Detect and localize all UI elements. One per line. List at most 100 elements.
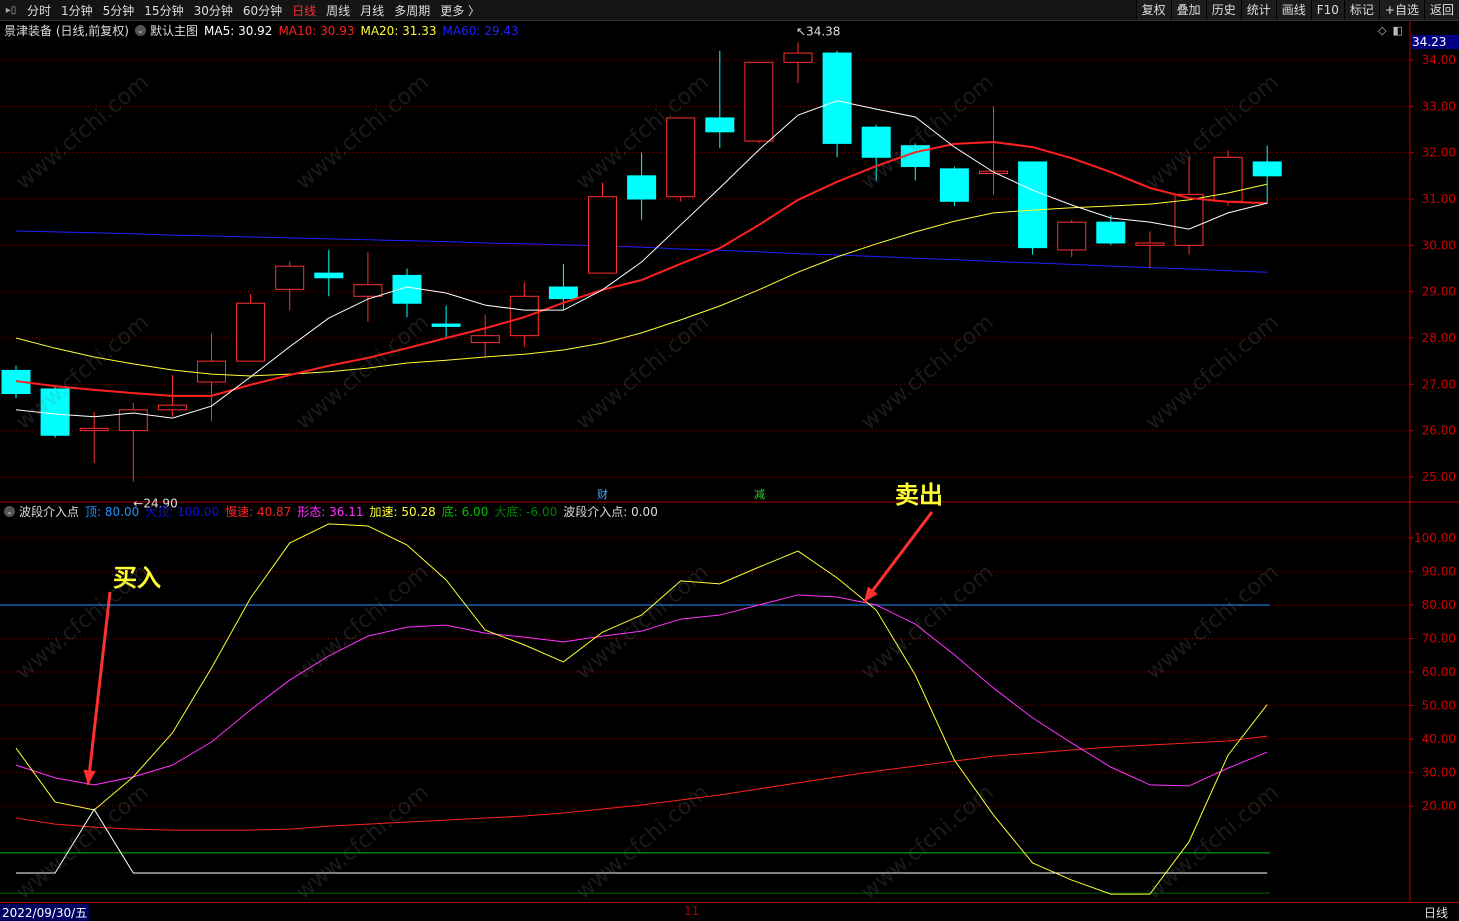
price-tick-label: 34.00 xyxy=(1422,53,1456,67)
candle-body xyxy=(197,360,226,383)
price-tick-label: 26.00 xyxy=(1422,424,1456,438)
indicator-tick-label: 90.00 xyxy=(1422,565,1456,579)
price-tick-label: 30.00 xyxy=(1422,238,1456,252)
indicator-tick-label: 50.00 xyxy=(1422,699,1456,713)
ma60-value: MA60: 29.43 xyxy=(442,23,519,38)
candle xyxy=(939,166,969,206)
event-mark-finance: 财 xyxy=(597,487,608,501)
candle-body xyxy=(79,427,109,432)
diamond-icon[interactable]: ◇ xyxy=(1378,24,1386,37)
indicator-tick-label: 100.00 xyxy=(1414,531,1456,545)
candle-body xyxy=(353,284,383,297)
candle xyxy=(1213,150,1243,206)
shape-line xyxy=(15,594,1268,787)
candle xyxy=(1096,215,1126,246)
candle xyxy=(1252,145,1282,204)
candle-body xyxy=(548,286,578,300)
chevron-down-icon[interactable]: ⌄ xyxy=(135,25,146,36)
candle xyxy=(1135,231,1165,269)
candle xyxy=(197,333,226,422)
panel-toggle-icon[interactable]: ◧ xyxy=(1392,24,1402,37)
template-name[interactable]: 默认主图 xyxy=(150,22,198,39)
candle-body xyxy=(666,117,696,198)
price-tick-label: 25.00 xyxy=(1422,470,1456,484)
candle xyxy=(470,314,500,357)
buy-annotation: 买入 xyxy=(113,564,161,592)
candle-body xyxy=(1057,221,1087,251)
chart-canvas[interactable]: 34.00 33.00 32.00 31.00 30.00 29.00 28.00 27.00… xyxy=(0,0,1459,920)
ma10-value: MA10: 30.93 xyxy=(278,23,355,38)
indicator-tick-label: 30.00 xyxy=(1422,766,1456,780)
candle-body xyxy=(470,335,500,344)
ma5-value: MA5: 30.92 xyxy=(204,23,273,38)
price-tick-label: 32.00 xyxy=(1422,146,1456,160)
candle xyxy=(705,50,735,149)
candle xyxy=(588,182,617,274)
candle-body xyxy=(392,274,422,304)
candle-body xyxy=(588,196,617,274)
indicator-tick-label: 20.00 xyxy=(1422,799,1456,813)
indicator-tick-label: 70.00 xyxy=(1422,632,1456,646)
candle-body xyxy=(744,61,774,142)
main-legend: 景津装备 (日线,前复权) ⌄ 默认主图 MA5: 30.92 MA10: 30… xyxy=(4,22,519,39)
month-tick: 11 xyxy=(684,904,700,918)
cursor-date: 2022/09/30/五 xyxy=(0,904,90,921)
candle xyxy=(40,386,70,438)
big-bottom-value: 大底: -6.00 xyxy=(494,505,558,519)
candle xyxy=(353,252,383,322)
time-axis: 2022/09/30/五 11 日线 xyxy=(0,902,1459,921)
candle xyxy=(979,106,1008,195)
price-tick-label: 27.00 xyxy=(1422,377,1456,391)
candle-body xyxy=(861,126,891,158)
candle-body xyxy=(1096,221,1126,244)
candle-body xyxy=(705,117,735,133)
ma20-value: MA20: 31.33 xyxy=(360,23,437,38)
buy-arrow-icon xyxy=(83,591,112,786)
stock-name: 景津装备 (日线,前复权) xyxy=(4,24,129,38)
chart-controls: ◇ ◧ xyxy=(1378,24,1403,37)
candle xyxy=(392,268,422,318)
candle-body xyxy=(1174,193,1204,246)
price-tick-label: 31.00 xyxy=(1422,192,1456,206)
candle xyxy=(431,305,461,338)
indicator-tick-label: 40.00 xyxy=(1422,732,1456,746)
price-tick-label: 28.00 xyxy=(1422,331,1456,345)
candle-body xyxy=(627,175,657,200)
chevron-down-icon[interactable]: ⌄ xyxy=(4,506,15,517)
candle-body xyxy=(40,388,70,436)
candle xyxy=(861,124,891,181)
high-price-label: ↖34.38 xyxy=(796,24,840,38)
big-top-value: 大顶: 100.00 xyxy=(145,505,220,519)
indicator-name[interactable]: 波段介入点 xyxy=(19,503,79,520)
arrow-shaft xyxy=(862,511,934,603)
candle-body xyxy=(157,404,187,411)
candle xyxy=(900,143,930,181)
candle xyxy=(627,152,657,220)
candle xyxy=(509,282,539,348)
sell-annotation: 卖出 xyxy=(895,481,943,509)
current-price-label: 34.23 xyxy=(1411,35,1459,49)
candle xyxy=(744,61,774,144)
entry-value: 波段介入点: 0.00 xyxy=(563,505,658,519)
indicator-tick-label: 80.00 xyxy=(1422,598,1456,612)
event-mark-reduce: 减 xyxy=(754,488,765,501)
candle xyxy=(1174,157,1204,255)
slow-value: 慢速: 40.87 xyxy=(225,505,292,519)
sell-arrow-icon xyxy=(862,511,934,603)
candle xyxy=(236,293,266,362)
bottom-value: 底: 6.00 xyxy=(441,505,489,519)
candle xyxy=(1057,219,1087,257)
price-tick-label: 29.00 xyxy=(1422,285,1456,299)
candle-body xyxy=(431,323,461,327)
candle-body xyxy=(236,302,266,362)
candle xyxy=(275,261,305,311)
candle xyxy=(666,117,696,202)
accel-value: 加速: 50.28 xyxy=(369,505,436,519)
candle-body xyxy=(275,265,305,290)
candle xyxy=(1018,161,1048,255)
candle-body xyxy=(509,295,539,337)
period-label[interactable]: 日线 xyxy=(1424,904,1448,921)
candle xyxy=(783,42,813,84)
price-tick-label: 33.00 xyxy=(1422,99,1456,113)
candle-body xyxy=(314,272,344,279)
